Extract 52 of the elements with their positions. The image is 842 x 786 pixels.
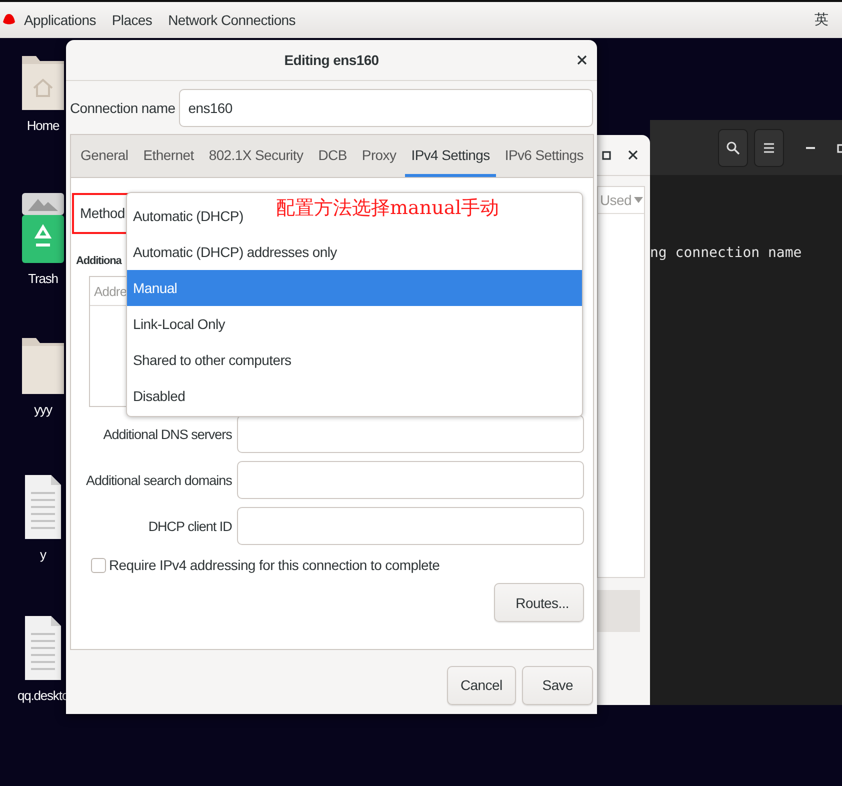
menu-button[interactable] [754,128,784,166]
input-field[interactable] [236,507,584,545]
tab[interactable]: Proxy [356,135,402,177]
sort-down-icon [634,197,644,203]
section-heading: Additiona [76,255,122,267]
desktop-icon-label: Trash [28,271,58,286]
maximize-icon[interactable] [602,150,611,160]
annotation-text: 配置方法选择manual手动 [276,196,500,221]
input-field[interactable] [236,415,584,453]
menu-item[interactable]: Applications [16,12,104,28]
field-label: Additional DNS servers [102,426,232,442]
search-icon [726,140,740,154]
search-button[interactable] [718,128,748,166]
field-label: Additional search domains [86,472,232,488]
routes-button[interactable]: Routes... [494,583,584,622]
dropdown-option[interactable]: Manual [133,280,178,296]
trash-icon [22,193,64,263]
tab[interactable]: 802.1X Security [202,135,310,177]
close-icon[interactable] [628,150,638,160]
dropdown-option[interactable]: Automatic (DHCP) addresses only [133,244,337,260]
confirm-button[interactable]: Save [522,666,593,704]
close-icon[interactable] [577,55,587,65]
input-method-indicator[interactable]: 英 [814,11,842,29]
status-bar [597,590,640,632]
menu-icon [764,142,774,154]
minimize-icon[interactable] [806,146,815,150]
menu-item[interactable]: Network Connections [160,12,304,28]
document-icon [25,475,61,539]
method-label: Method [80,205,125,221]
dropdown-option[interactable]: Automatic (DHCP) [133,208,244,224]
tab[interactable]: DCB [312,135,353,177]
checkbox-label: Require IPv4 addressing for this connection to complete [109,557,440,573]
cancel-button[interactable]: Cancel [446,666,516,704]
tab[interactable]: Ethernet [137,135,200,177]
window-title: Editing ens160 [284,52,379,68]
menu-item[interactable]: Places [104,12,160,28]
input-field[interactable] [236,461,584,499]
hat-logo-icon [2,14,16,26]
connection-name-field[interactable]: ens160 [179,89,593,127]
desktop-icon-label: y [40,547,46,562]
desktop-icon-label: yyy [34,402,52,417]
tab[interactable]: General [74,135,134,177]
document-icon [25,616,61,680]
field-label: DHCP client ID [147,518,232,534]
field-label: Connection name [70,100,176,116]
desktop-icon-label: Home [26,118,60,133]
checkbox[interactable] [91,558,106,572]
tab[interactable]: IPv6 Settings [498,135,590,177]
terminal-text: ng connection name [650,245,803,261]
dropdown-option[interactable]: Disabled [133,388,186,404]
dropdown-option[interactable]: Link-Local Only [133,316,225,332]
dropdown-option[interactable]: Shared to other computers [133,352,292,368]
